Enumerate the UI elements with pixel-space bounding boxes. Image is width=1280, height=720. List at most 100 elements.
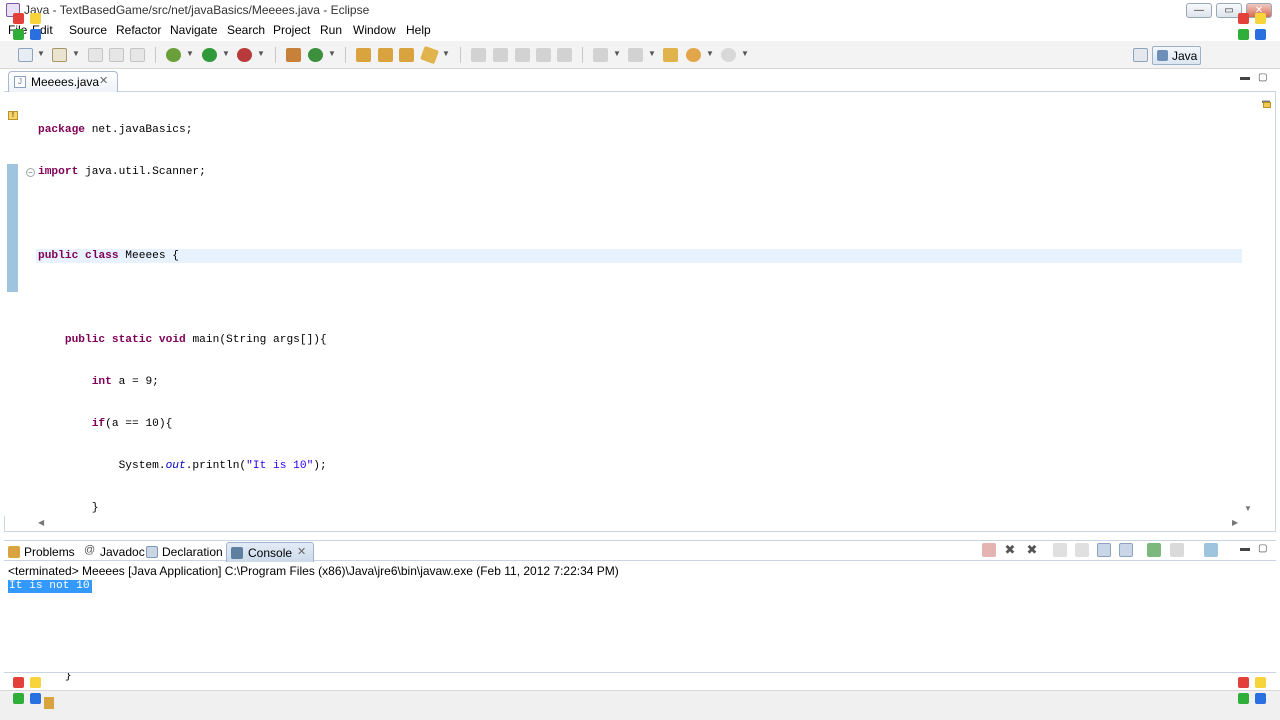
console-output-area[interactable] bbox=[4, 578, 1276, 673]
tab-console-label: Console bbox=[248, 546, 293, 560]
forward-dropdown-icon[interactable]: ▼ bbox=[741, 49, 749, 58]
scroll-right-icon[interactable]: ▶ bbox=[1232, 518, 1238, 527]
editor-tab-meeees[interactable]: J Meeees.java ✕ bbox=[8, 71, 118, 92]
show-on-stderr-icon[interactable] bbox=[1119, 543, 1133, 557]
open-perspective-icon[interactable] bbox=[1133, 48, 1148, 62]
code-line: import java.util.Scanner; bbox=[38, 166, 206, 178]
close-console-icon[interactable]: ✕ bbox=[297, 545, 306, 558]
run-icon[interactable] bbox=[202, 48, 217, 62]
tab-declaration[interactable]: Declaration bbox=[146, 542, 226, 562]
show-on-stdout-icon[interactable] bbox=[1097, 543, 1111, 557]
overlay-yellow-icon bbox=[1255, 13, 1266, 24]
overlay-yellow-icon bbox=[1255, 677, 1266, 688]
tab-javadoc[interactable]: @ Javadoc bbox=[84, 542, 146, 562]
clear-console-icon[interactable] bbox=[1053, 543, 1067, 557]
tab-console[interactable]: Console ✕ bbox=[226, 542, 314, 562]
code-line: package net.javaBasics; bbox=[38, 124, 193, 136]
declaration-icon bbox=[146, 546, 158, 558]
menu-navigate[interactable]: Navigate bbox=[170, 23, 217, 37]
show-whitespace-icon[interactable] bbox=[557, 48, 572, 62]
pin-console-icon[interactable] bbox=[1147, 543, 1161, 557]
annotation-icon[interactable] bbox=[471, 48, 486, 62]
pencil-dropdown-icon[interactable]: ▼ bbox=[442, 49, 450, 58]
back-icon[interactable] bbox=[686, 48, 701, 62]
editor-horizontal-scrollbar[interactable]: ◀ ▶ bbox=[36, 518, 1242, 528]
menu-search[interactable]: Search bbox=[227, 23, 265, 37]
tab-problems[interactable]: Problems bbox=[8, 542, 80, 562]
console-launch-info: <terminated> Meeees [Java Application] C… bbox=[8, 564, 619, 578]
external-tools-dropdown-icon[interactable]: ▼ bbox=[257, 49, 265, 58]
highlight-icon[interactable] bbox=[493, 48, 508, 62]
scroll-lock-icon[interactable] bbox=[1075, 543, 1089, 557]
save-all-icon[interactable] bbox=[109, 48, 124, 62]
overlay-red-icon bbox=[1238, 13, 1249, 24]
new-class-dropdown-icon[interactable]: ▼ bbox=[328, 49, 336, 58]
menu-help[interactable]: Help bbox=[406, 23, 431, 37]
open-type-icon[interactable] bbox=[52, 48, 67, 62]
back-dropdown-icon[interactable]: ▼ bbox=[706, 49, 714, 58]
previous-annotation-dropdown-icon[interactable]: ▼ bbox=[648, 49, 656, 58]
java-perspective-icon bbox=[1157, 50, 1168, 61]
open-folder-icon[interactable] bbox=[356, 48, 371, 62]
panel-minimize-icon[interactable]: ▬ bbox=[1240, 543, 1250, 554]
forward-icon[interactable] bbox=[721, 48, 736, 62]
console-output-text[interactable]: It is not 10 bbox=[8, 580, 92, 593]
menu-bar: File Edit Source Refactor Navigate Searc… bbox=[0, 20, 1280, 40]
remove-launch-icon[interactable]: ✖ bbox=[1003, 543, 1017, 557]
pencil-icon[interactable] bbox=[420, 45, 439, 65]
warning-icon[interactable]: ! bbox=[8, 111, 18, 120]
menu-run[interactable]: Run bbox=[320, 23, 342, 37]
toggle-mark-icon[interactable] bbox=[515, 48, 530, 62]
console-icon bbox=[231, 547, 243, 559]
fast-view-icon[interactable] bbox=[44, 697, 54, 709]
debug-icon[interactable] bbox=[166, 48, 181, 62]
panel-maximize-icon[interactable]: ▢ bbox=[1258, 543, 1267, 554]
menu-refactor[interactable]: Refactor bbox=[116, 23, 161, 37]
editor-vertical-scrollbar[interactable]: ▼ bbox=[1244, 96, 1254, 516]
next-annotation-icon[interactable] bbox=[593, 48, 608, 62]
previous-annotation-icon[interactable] bbox=[628, 48, 643, 62]
minimize-button[interactable]: — bbox=[1186, 3, 1212, 18]
tab-javadoc-label: Javadoc bbox=[100, 545, 145, 559]
new-dropdown-icon[interactable]: ▼ bbox=[37, 49, 45, 58]
close-tab-icon[interactable]: ✕ bbox=[99, 74, 108, 87]
editor-minimize-icon[interactable]: ▬ bbox=[1240, 72, 1250, 83]
open-dropdown-icon[interactable]: ▼ bbox=[72, 49, 80, 58]
overlay-red-icon bbox=[1238, 677, 1249, 688]
quick-diff-bar bbox=[7, 164, 18, 292]
collapse-icon[interactable]: − bbox=[26, 168, 35, 177]
debug-dropdown-icon[interactable]: ▼ bbox=[186, 49, 194, 58]
terminate-icon[interactable] bbox=[982, 543, 996, 557]
save-icon[interactable] bbox=[88, 48, 103, 62]
java-perspective-button[interactable]: Java bbox=[1152, 46, 1201, 65]
remove-all-launches-icon[interactable]: ✖ bbox=[1025, 543, 1039, 557]
new-icon[interactable] bbox=[18, 48, 33, 62]
search-icon[interactable] bbox=[399, 48, 414, 62]
scroll-left-icon[interactable]: ◀ bbox=[38, 518, 44, 527]
window-title: Java - TextBasedGame/src/net/javaBasics/… bbox=[24, 3, 370, 17]
overlay-blue-icon bbox=[30, 29, 41, 40]
scroll-down-icon[interactable]: ▼ bbox=[1244, 504, 1252, 513]
code-line: System.out.println("It is 10"); bbox=[38, 460, 327, 472]
run-dropdown-icon[interactable]: ▼ bbox=[222, 49, 230, 58]
print-icon[interactable] bbox=[130, 48, 145, 62]
next-annotation-dropdown-icon[interactable]: ▼ bbox=[613, 49, 621, 58]
new-java-class-icon[interactable] bbox=[308, 48, 323, 62]
menu-source[interactable]: Source bbox=[69, 23, 107, 37]
editor-maximize-icon[interactable]: ▢ bbox=[1258, 72, 1267, 83]
menu-project[interactable]: Project bbox=[273, 23, 310, 37]
overlay-green-icon bbox=[1238, 693, 1249, 704]
block-selection-icon[interactable] bbox=[536, 48, 551, 62]
open-console-icon[interactable] bbox=[1204, 543, 1218, 557]
display-console-icon[interactable] bbox=[1170, 543, 1184, 557]
overlay-blue-icon bbox=[30, 693, 41, 704]
open-task-icon[interactable] bbox=[378, 48, 393, 62]
toolbar-separator bbox=[155, 47, 156, 63]
menu-window[interactable]: Window bbox=[353, 23, 396, 37]
external-tools-icon[interactable] bbox=[237, 48, 252, 62]
new-java-project-icon[interactable] bbox=[286, 48, 301, 62]
warning-marker[interactable] bbox=[1263, 102, 1271, 108]
last-edit-icon[interactable] bbox=[663, 48, 678, 62]
